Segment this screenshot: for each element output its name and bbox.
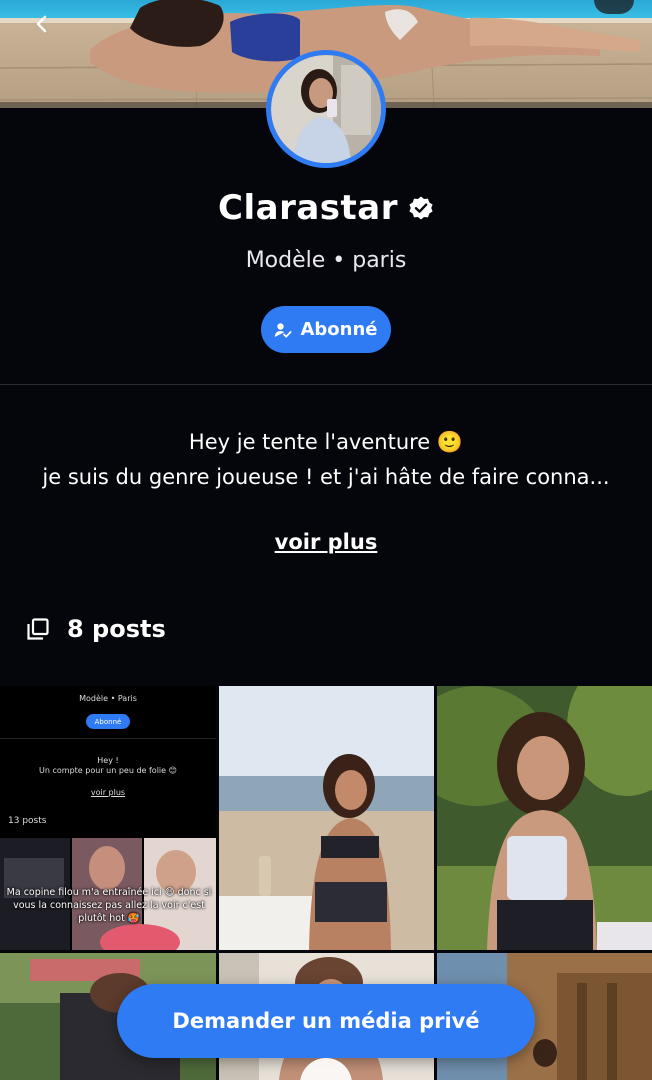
post-text: voir plus — [90, 788, 126, 797]
post-text: Modèle • Paris — [79, 694, 137, 703]
user-check-icon — [275, 322, 292, 338]
verified-badge-icon — [409, 196, 433, 220]
request-private-media-button[interactable]: Demander un média privé — [117, 984, 535, 1058]
post-photo — [219, 686, 434, 950]
post-text: Hey ! — [97, 756, 119, 765]
posts-count-row: 8 posts — [27, 615, 166, 643]
post-thumbnail[interactable] — [437, 686, 652, 950]
divider — [0, 738, 216, 739]
posts-count: 8 posts — [67, 615, 166, 643]
back-button[interactable] — [28, 10, 56, 38]
subscribed-button-label: Abonné — [300, 319, 378, 340]
post-screenshot: Modèle • Paris Abonné Hey ! Un compte po… — [0, 686, 216, 950]
request-private-media-label: Demander un média privé — [172, 1009, 480, 1033]
see-more-link[interactable]: voir plus — [0, 530, 652, 554]
post-text: Abonné — [86, 714, 130, 729]
bio-line-1: Hey je tente l'aventure 🙂 — [188, 430, 464, 454]
profile-name-row: Clarastar — [0, 188, 652, 228]
chevron-left-icon — [36, 15, 47, 33]
post-caption: Ma copine filou m'a entraînée ici 😄 donc… — [6, 887, 212, 924]
post-photo — [437, 686, 652, 950]
divider — [0, 384, 652, 385]
post-text: Un compte pour un peu de folie 😊 — [39, 766, 177, 775]
avatar-photo — [271, 55, 381, 163]
subscribed-button[interactable]: Abonné — [261, 306, 391, 353]
post-thumbnail[interactable] — [219, 686, 434, 950]
avatar[interactable] — [266, 50, 386, 168]
post-thumbnail[interactable]: Modèle • Paris Abonné Hey ! Un compte po… — [0, 686, 216, 950]
post-text: 13 posts — [8, 816, 47, 826]
profile-subtitle: Modèle • paris — [245, 248, 407, 273]
gallery-icon — [27, 618, 49, 640]
bio-line-2: je suis du genre joueuse ! et j'ai hâte … — [42, 465, 610, 489]
profile-name: Clarastar — [218, 188, 398, 228]
